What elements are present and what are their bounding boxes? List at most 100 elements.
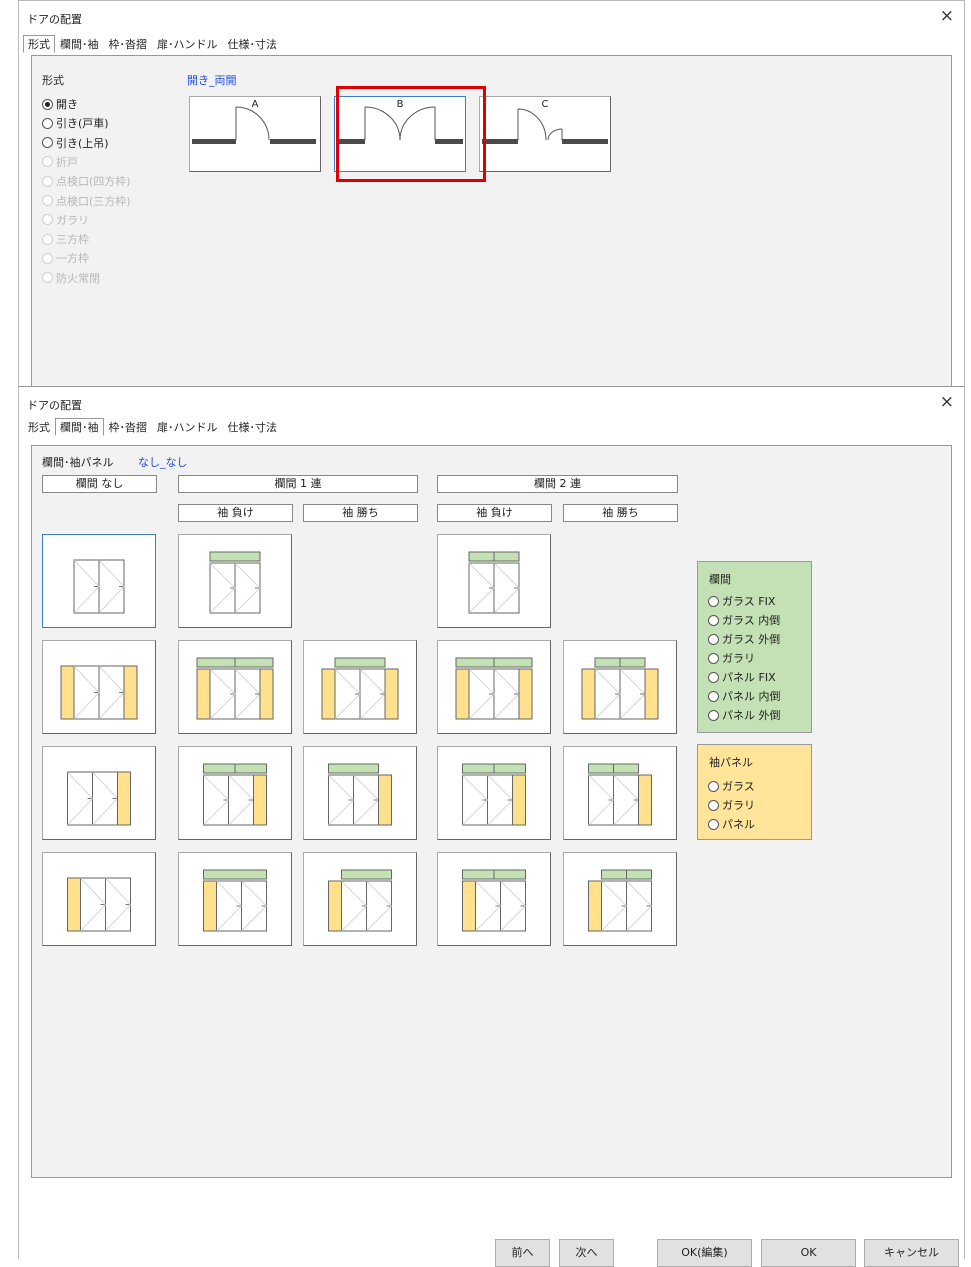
tab-2[interactable]: 枠･沓摺 <box>104 35 153 53</box>
door-config-diagram <box>67 877 132 932</box>
config-cell[interactable] <box>178 534 292 628</box>
config-cell[interactable] <box>563 746 677 840</box>
tab-3[interactable]: 扉･ハンドル <box>152 35 223 53</box>
format-label: 形式 <box>42 74 64 87</box>
format-radio-5: 点検口(三方枠) <box>42 193 131 209</box>
header-transom-none[interactable]: 欄間 なし <box>42 475 157 493</box>
next-button[interactable]: 次へ <box>559 1239 614 1267</box>
radio-label: ガラス <box>722 780 755 793</box>
door-option-letter: C <box>541 99 549 110</box>
radio-label: ガラス FIX <box>722 595 776 608</box>
radio-label: 点検口(四方枠) <box>56 175 131 189</box>
format-radio-2[interactable]: 引き(上吊) <box>42 135 109 151</box>
format-panel: 形式 開き_両開 開き引き(戸車) 引き(上吊) 折戸点検口(四方枠) 点検口(三方枠… <box>31 55 952 395</box>
radio-button-icon <box>42 137 53 149</box>
radio-label: 点検口(三方枠) <box>56 194 131 208</box>
radio-label: 引き(上吊) <box>56 136 109 150</box>
format-radio-0[interactable]: 開き <box>42 96 78 112</box>
ok-edit-button[interactable]: OK(編集) <box>657 1239 752 1267</box>
door-option-letter: A <box>251 99 259 110</box>
subheader-one-side-lose[interactable]: 袖 負け <box>178 504 293 522</box>
config-cell[interactable] <box>42 746 156 840</box>
current-transom-value: なし_なし <box>138 456 188 469</box>
door-option-c[interactable]: C <box>479 96 611 172</box>
door-option-a[interactable]: A <box>189 96 321 172</box>
tab-4[interactable]: 仕様･寸法 <box>223 418 283 436</box>
tab-2[interactable]: 枠･沓摺 <box>104 418 153 436</box>
transom_legend-option-3[interactable]: ガラリ <box>708 650 755 666</box>
radio-button-icon <box>42 272 53 284</box>
format-radio-7: 三方枠 <box>42 231 89 247</box>
config-cell[interactable] <box>42 852 156 946</box>
subheader-two-side-win[interactable]: 袖 勝ち <box>563 504 678 522</box>
radio-button-icon <box>708 614 719 626</box>
format-radio-4: 点検口(四方枠) <box>42 173 131 189</box>
tab-4[interactable]: 仕様･寸法 <box>223 35 283 53</box>
config-cell[interactable] <box>563 640 677 734</box>
radio-label: 三方枠 <box>56 233 89 247</box>
transom-legend-title: 欄間 <box>709 573 731 586</box>
config-cell[interactable] <box>437 852 551 946</box>
door-config-diagram <box>455 657 533 720</box>
door-config-diagram <box>462 869 527 932</box>
radio-button-icon <box>42 175 53 187</box>
side_legend-option-1[interactable]: ガラリ <box>708 797 755 813</box>
transom_legend-option-0[interactable]: ガラス FIX <box>708 593 775 609</box>
config-cell[interactable] <box>563 852 677 946</box>
config-cell[interactable] <box>303 852 417 946</box>
transom_legend-option-6[interactable]: パネル 外倒 <box>708 707 781 723</box>
door-config-diagram <box>321 657 399 720</box>
config-cell[interactable] <box>303 640 417 734</box>
tab-0[interactable]: 形式 <box>23 35 55 53</box>
format-radio-6: ガラリ <box>42 212 89 228</box>
radio-label: パネル 内倒 <box>722 690 781 703</box>
close-icon[interactable]: × <box>940 392 954 412</box>
format-radio-3: 折戸 <box>42 154 78 170</box>
tab-1[interactable]: 欄間･袖 <box>55 35 104 53</box>
config-cell[interactable] <box>437 640 551 734</box>
cancel-button[interactable]: キャンセル <box>864 1239 959 1267</box>
side_legend-option-0[interactable]: ガラス <box>708 778 755 794</box>
transom-side-label: 欄間･袖パネル <box>42 456 114 469</box>
config-cell[interactable] <box>178 640 292 734</box>
transom_legend-option-4[interactable]: パネル FIX <box>708 669 776 685</box>
config-cell[interactable] <box>42 534 156 628</box>
config-cell[interactable] <box>178 852 292 946</box>
config-cell[interactable] <box>437 534 551 628</box>
side_legend-option-2[interactable]: パネル <box>708 816 755 832</box>
door-config-diagram <box>203 763 267 826</box>
door-config-diagram <box>73 559 125 614</box>
radio-label: ガラリ <box>56 213 89 227</box>
transom-legend: 欄間 ガラス FIX ガラス 内倒ガラス 外倒ガラリパネル FIX パネル 内倒 パネ… <box>697 561 812 733</box>
config-cell[interactable] <box>437 746 551 840</box>
radio-label: ガラリ <box>722 799 755 812</box>
config-cell[interactable] <box>42 640 156 734</box>
config-cell[interactable] <box>178 746 292 840</box>
tab-1[interactable]: 欄間･袖 <box>55 418 104 436</box>
tab-3[interactable]: 扉･ハンドル <box>152 418 223 436</box>
radio-button-icon <box>708 818 719 830</box>
ok-button[interactable]: OK <box>761 1239 856 1267</box>
transom_legend-option-2[interactable]: ガラス 外倒 <box>708 631 780 647</box>
dialog-title: ドアの配置 <box>27 399 82 412</box>
close-icon[interactable]: × <box>940 6 954 26</box>
door-config-diagram <box>328 763 392 826</box>
transom_legend-option-5[interactable]: パネル 内倒 <box>708 688 781 704</box>
radio-label: ガラス 外倒 <box>722 633 781 646</box>
subheader-two-side-lose[interactable]: 袖 負け <box>437 504 552 522</box>
door-placement-dialog-top: ドアの配置 × 形式 欄間･袖 枠･沓摺 扉･ハンドル 仕様･寸法 形式 開き_両開 開… <box>18 0 965 395</box>
transom_legend-option-1[interactable]: ガラス 内倒 <box>708 612 780 628</box>
format-radio-1[interactable]: 引き(戸車) <box>42 115 109 131</box>
current-format-value: 開き_両開 <box>187 74 237 87</box>
subheader-one-side-win[interactable]: 袖 勝ち <box>303 504 418 522</box>
tab-0[interactable]: 形式 <box>23 418 55 436</box>
radio-label: パネル <box>722 818 755 831</box>
header-transom-two[interactable]: 欄間 2 連 <box>437 475 678 493</box>
prev-button[interactable]: 前へ <box>495 1239 550 1267</box>
door-config-diagram <box>581 657 659 720</box>
format-radio-8: 一方枠 <box>42 250 89 266</box>
radio-button-icon <box>708 671 719 683</box>
config-cell[interactable] <box>303 746 417 840</box>
header-transom-one[interactable]: 欄間 1 連 <box>178 475 418 493</box>
radio-label: パネル 外倒 <box>722 709 781 722</box>
